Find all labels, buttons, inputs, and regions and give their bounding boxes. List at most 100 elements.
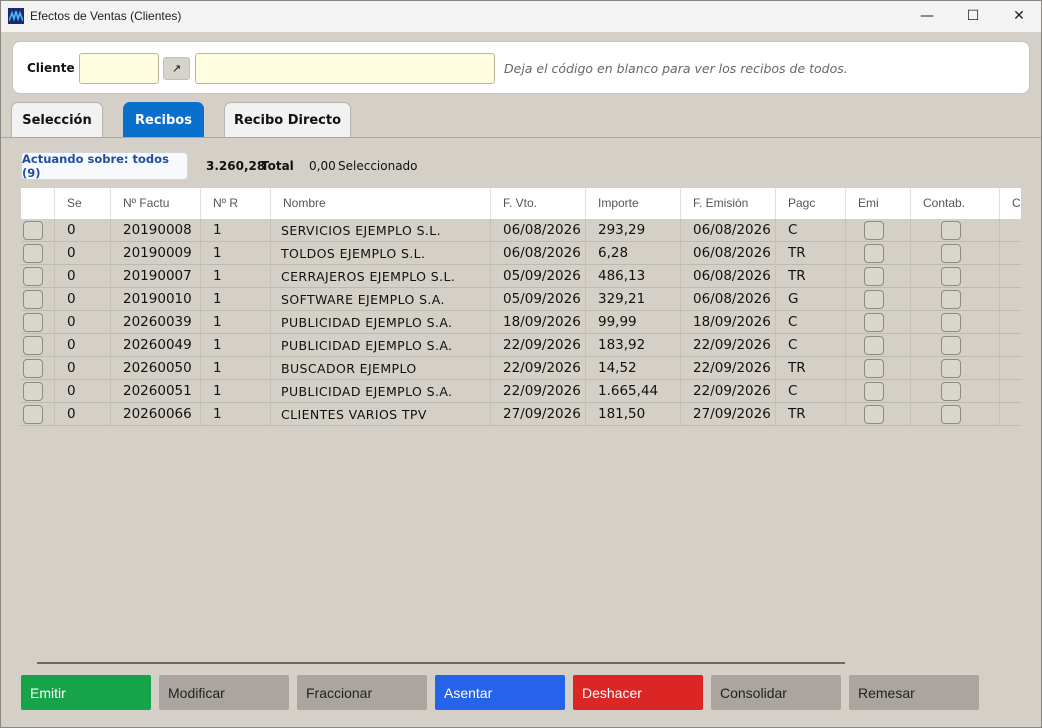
column-header-emision[interactable]: F. Emisión bbox=[680, 188, 775, 219]
modificar-button[interactable]: Modificar bbox=[159, 675, 289, 710]
cell-factura: 20190008 bbox=[110, 219, 200, 242]
cell-recibo: 1 bbox=[200, 334, 270, 357]
cell-emitido bbox=[845, 357, 910, 380]
cell-emision: 18/09/2026 bbox=[680, 311, 775, 334]
cell-emision: 27/09/2026 bbox=[680, 403, 775, 426]
table-row[interactable]: 0 20260066 1 CLIENTES VARIOS TPV 27/09/2026 1… bbox=[21, 403, 1021, 426]
remesar-button[interactable]: Remesar bbox=[849, 675, 979, 710]
table-row[interactable]: 0 20260039 1 PUBLICIDAD EJEMPLO S.A. 18/09/2… bbox=[21, 311, 1021, 334]
contabilizado-checkbox[interactable] bbox=[941, 336, 961, 355]
emitido-checkbox[interactable] bbox=[864, 382, 884, 401]
selected-amount: 0,00 bbox=[309, 159, 336, 173]
cell-contabilizado bbox=[910, 334, 999, 357]
cell-recibo: 1 bbox=[200, 242, 270, 265]
contabilizado-checkbox[interactable] bbox=[941, 290, 961, 309]
table-row[interactable]: 0 20190010 1 SOFTWARE EJEMPLO S.A. 05/09/202… bbox=[21, 288, 1021, 311]
contabilizado-checkbox[interactable] bbox=[941, 313, 961, 332]
cell-recibo: 1 bbox=[200, 265, 270, 288]
emitido-checkbox[interactable] bbox=[864, 405, 884, 424]
cell-factura: 20260066 bbox=[110, 403, 200, 426]
maximize-button[interactable]: ☐ bbox=[950, 0, 996, 32]
deshacer-button[interactable]: Deshacer bbox=[573, 675, 703, 710]
cell-pago: C bbox=[775, 334, 845, 357]
cell-pago: C bbox=[775, 380, 845, 403]
table-row[interactable]: 0 20260051 1 PUBLICIDAD EJEMPLO S.A. 22/09/2… bbox=[21, 380, 1021, 403]
column-header-contabilizado[interactable]: Contab. bbox=[910, 188, 999, 219]
tab-seleccion[interactable]: Selección bbox=[11, 102, 103, 138]
column-header-recibo[interactable]: Nº R bbox=[200, 188, 270, 219]
tab-divider bbox=[0, 137, 1042, 138]
row-select-checkbox[interactable] bbox=[23, 405, 43, 424]
table-row[interactable]: 0 20260050 1 BUSCADOR EJEMPLO 22/09/2026 14,5… bbox=[21, 357, 1021, 380]
contabilizado-checkbox[interactable] bbox=[941, 267, 961, 286]
minimize-button[interactable]: — bbox=[904, 0, 950, 32]
cell-emision: 06/08/2026 bbox=[680, 242, 775, 265]
row-select-checkbox[interactable] bbox=[23, 336, 43, 355]
asentar-button[interactable]: Asentar bbox=[435, 675, 565, 710]
cell-serie: 0 bbox=[54, 265, 110, 288]
column-header-nombre[interactable]: Nombre bbox=[270, 188, 490, 219]
close-button[interactable]: ✕ bbox=[996, 0, 1042, 32]
emitido-checkbox[interactable] bbox=[864, 244, 884, 263]
emitido-checkbox[interactable] bbox=[864, 359, 884, 378]
client-name-input[interactable] bbox=[195, 53, 495, 84]
cell-factura: 20260051 bbox=[110, 380, 200, 403]
column-header-importe[interactable]: Importe bbox=[585, 188, 680, 219]
tab-recibos[interactable]: Recibos bbox=[123, 102, 204, 138]
table-row[interactable]: 0 20260049 1 PUBLICIDAD EJEMPLO S.A. 22/09/2… bbox=[21, 334, 1021, 357]
table-row[interactable]: 0 20190009 1 TOLDOS EJEMPLO S.L. 06/08/2026 6… bbox=[21, 242, 1021, 265]
row-select-checkbox[interactable] bbox=[23, 267, 43, 286]
tab-recibo-directo[interactable]: Recibo Directo bbox=[224, 102, 351, 138]
table-row[interactable]: 0 20190007 1 CERRAJEROS EJEMPLO S.L. 05/09/2… bbox=[21, 265, 1021, 288]
emitido-checkbox[interactable] bbox=[864, 313, 884, 332]
emitido-checkbox[interactable] bbox=[864, 221, 884, 240]
cell-nombre: CLIENTES VARIOS TPV bbox=[270, 403, 490, 426]
cell-contabilizado bbox=[910, 311, 999, 334]
consolidar-button[interactable]: Consolidar bbox=[711, 675, 841, 710]
cell-importe: 486,13 bbox=[585, 265, 680, 288]
row-select-checkbox[interactable] bbox=[23, 290, 43, 309]
column-header-serie[interactable]: Se bbox=[54, 188, 110, 219]
emitido-checkbox[interactable] bbox=[864, 336, 884, 355]
contabilizado-checkbox[interactable] bbox=[941, 382, 961, 401]
cell-emitido bbox=[845, 288, 910, 311]
cell-contabilizado bbox=[910, 380, 999, 403]
selected-label: Seleccionado bbox=[338, 159, 418, 173]
column-header-co[interactable]: Co bbox=[999, 188, 1021, 219]
cell-nombre: CERRAJEROS EJEMPLO S.L. bbox=[270, 265, 490, 288]
column-header-emitido[interactable]: Emi bbox=[845, 188, 910, 219]
row-select-checkbox[interactable] bbox=[23, 382, 43, 401]
cell-emitido bbox=[845, 334, 910, 357]
contabilizado-checkbox[interactable] bbox=[941, 359, 961, 378]
contabilizado-checkbox[interactable] bbox=[941, 244, 961, 263]
row-select-checkbox[interactable] bbox=[23, 359, 43, 378]
cell-co bbox=[999, 311, 1021, 334]
emitir-button[interactable]: Emitir bbox=[21, 675, 151, 710]
row-select-checkbox[interactable] bbox=[23, 313, 43, 332]
cell-contabilizado bbox=[910, 242, 999, 265]
title-bar: Efectos de Ventas (Clientes) — ☐ ✕ bbox=[0, 0, 1042, 32]
row-select-checkbox[interactable] bbox=[23, 221, 43, 240]
cell-nombre: TOLDOS EJEMPLO S.L. bbox=[270, 242, 490, 265]
cell-factura: 20260050 bbox=[110, 357, 200, 380]
cell-emitido bbox=[845, 265, 910, 288]
total-amount: 3.260,28 bbox=[206, 159, 266, 173]
contabilizado-checkbox[interactable] bbox=[941, 221, 961, 240]
cell-factura: 20190007 bbox=[110, 265, 200, 288]
open-client-link-icon[interactable]: ↗ bbox=[163, 57, 190, 80]
column-header-vencimiento[interactable]: F. Vto. bbox=[490, 188, 585, 219]
emitido-checkbox[interactable] bbox=[864, 290, 884, 309]
cell-importe: 329,21 bbox=[585, 288, 680, 311]
app-logo-icon bbox=[8, 8, 24, 24]
row-select-checkbox[interactable] bbox=[23, 244, 43, 263]
contabilizado-checkbox[interactable] bbox=[941, 405, 961, 424]
column-header-pago[interactable]: Pagc bbox=[775, 188, 845, 219]
cell-pago: C bbox=[775, 311, 845, 334]
table-row[interactable]: 0 20190008 1 SERVICIOS EJEMPLO S.L. 06/08/20… bbox=[21, 219, 1021, 242]
cell-contabilizado bbox=[910, 265, 999, 288]
column-header-factura[interactable]: Nº Factu bbox=[110, 188, 200, 219]
emitido-checkbox[interactable] bbox=[864, 267, 884, 286]
client-code-input[interactable] bbox=[79, 53, 159, 84]
fraccionar-button[interactable]: Fraccionar bbox=[297, 675, 427, 710]
acting-on-badge[interactable]: Actuando sobre: todos (9) bbox=[21, 152, 188, 180]
